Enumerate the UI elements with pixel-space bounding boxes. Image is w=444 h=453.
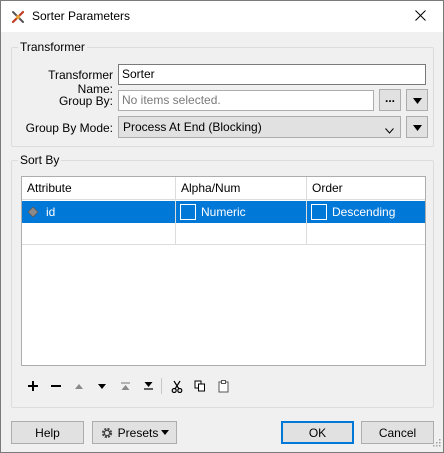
group-by-mode-select[interactable]: Process At End (Blocking) bbox=[118, 116, 401, 138]
cut-icon[interactable] bbox=[169, 378, 185, 394]
chevron-down-icon bbox=[385, 123, 394, 137]
help-button[interactable]: Help bbox=[11, 421, 84, 444]
group-by-label: Group By: bbox=[58, 94, 113, 108]
presets-button[interactable]: Presets bbox=[92, 421, 177, 444]
empty-cell[interactable] bbox=[175, 223, 306, 245]
dropdown-box-icon bbox=[180, 204, 196, 220]
attribute-cell[interactable]: id bbox=[22, 201, 175, 223]
table-header: Attribute Alpha/Num Order bbox=[22, 177, 425, 200]
order-cell[interactable]: Descending bbox=[306, 201, 425, 223]
empty-table-row[interactable] bbox=[22, 223, 425, 245]
move-to-bottom-icon[interactable] bbox=[140, 378, 156, 394]
column-header-order[interactable]: Order bbox=[306, 177, 425, 200]
table-row[interactable]: id Numeric Descending bbox=[22, 201, 425, 223]
toolbar-separator bbox=[161, 378, 162, 394]
alpha-num-cell[interactable]: Numeric bbox=[175, 201, 306, 223]
ellipsis-icon: ... bbox=[384, 91, 395, 105]
paste-icon[interactable] bbox=[215, 378, 231, 394]
order-value: Descending bbox=[332, 205, 396, 219]
attribute-value: id bbox=[46, 205, 56, 219]
ok-button-label: OK bbox=[308, 425, 327, 440]
group-by-field[interactable]: No items selected. bbox=[118, 90, 374, 111]
help-button-label: Help bbox=[35, 425, 60, 440]
remove-icon[interactable] bbox=[48, 378, 64, 394]
move-up-icon[interactable] bbox=[71, 378, 87, 394]
triangle-down-icon bbox=[412, 120, 422, 134]
sorter-parameters-dialog: Sorter Parameters Transformer Transforme… bbox=[0, 0, 444, 453]
add-icon[interactable] bbox=[25, 378, 41, 394]
resize-grip-icon[interactable] bbox=[433, 436, 441, 450]
sorter-transformer-icon bbox=[10, 9, 26, 25]
move-down-icon[interactable] bbox=[94, 378, 110, 394]
sort-by-table: Attribute Alpha/Num Order id Numeric Des… bbox=[21, 176, 426, 366]
sort-by-group-label: Sort By bbox=[18, 153, 62, 167]
transformer-group-label: Transformer bbox=[18, 40, 87, 54]
group-by-ellipsis-button[interactable]: ... bbox=[379, 89, 401, 111]
ok-button[interactable]: OK bbox=[281, 421, 354, 444]
attribute-icon bbox=[27, 206, 39, 221]
copy-icon[interactable] bbox=[192, 378, 208, 394]
group-by-mode-label: Group By Mode: bbox=[25, 121, 113, 135]
close-icon bbox=[415, 9, 426, 24]
group-by-mode-menu-button[interactable] bbox=[406, 116, 428, 138]
triangle-down-icon bbox=[161, 430, 170, 435]
empty-cell[interactable] bbox=[22, 223, 175, 245]
transformer-name-field[interactable]: Sorter bbox=[118, 64, 426, 85]
alpha-num-value: Numeric bbox=[201, 205, 246, 219]
column-header-attribute[interactable]: Attribute bbox=[22, 177, 175, 200]
presets-button-label: Presets bbox=[117, 425, 159, 440]
close-button[interactable] bbox=[398, 1, 443, 32]
empty-cell[interactable] bbox=[306, 223, 425, 245]
transformer-name-label: Transformer Name: bbox=[48, 68, 113, 96]
window-title: Sorter Parameters bbox=[32, 9, 131, 23]
cancel-button[interactable]: Cancel bbox=[361, 421, 434, 444]
column-header-alpha-num[interactable]: Alpha/Num bbox=[175, 177, 306, 200]
group-by-mode-value: Process At End (Blocking) bbox=[123, 120, 262, 134]
move-to-top-icon[interactable] bbox=[117, 378, 133, 394]
triangle-down-icon bbox=[412, 93, 422, 107]
gear-icon bbox=[100, 426, 114, 440]
cancel-button-label: Cancel bbox=[378, 425, 417, 440]
title-bar: Sorter Parameters bbox=[1, 1, 443, 32]
group-by-menu-button[interactable] bbox=[406, 89, 428, 111]
dropdown-box-icon bbox=[311, 204, 327, 220]
